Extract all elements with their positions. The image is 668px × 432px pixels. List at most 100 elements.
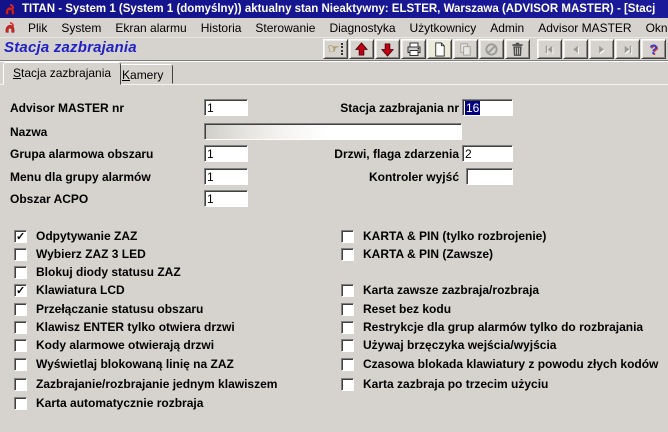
menu-uzytkownicy[interactable]: Użytkownicy — [403, 19, 484, 37]
checkbox-box[interactable] — [14, 357, 27, 371]
menu-grupy-label: Menu dla grupy alarmów — [10, 170, 151, 184]
checkbox-label: Wyświetlaj blokowaną linię na ZAZ — [36, 357, 234, 371]
tab-stacja-zazbrajania[interactable]: Stacja zazbrajania — [3, 62, 122, 85]
menu-advisor-master[interactable]: Advisor MASTER — [531, 19, 638, 37]
window-title: TITAN - System 1 (System 1 (domyślny)) a… — [22, 3, 656, 15]
checkbox-blokuj-diody[interactable]: Blokuj diody statusu ZAZ — [14, 265, 181, 279]
dashed-line-icon — [341, 43, 344, 55]
checkbox-label: Klawiatura LCD — [36, 283, 125, 297]
checkbox-box[interactable] — [341, 338, 354, 352]
red-arrow-down-icon — [380, 42, 395, 57]
stacja-nr-label: Stacja zazbrajania nr — [340, 101, 459, 115]
checkbox-karta-trzecie-uzycie[interactable]: Karta zazbraja po trzecim użyciu — [341, 377, 548, 391]
checkbox-kody-alarmowe[interactable]: Kody alarmowe otwierają drzwi — [14, 338, 214, 352]
checkbox-box[interactable] — [14, 396, 27, 410]
stacja-nr-input[interactable]: 16 — [462, 99, 513, 116]
title-bar[interactable]: TITAN - System 1 (System 1 (domyślny)) a… — [0, 0, 668, 18]
obszar-acpo-label: Obszar ACPO — [10, 192, 89, 206]
move-up-button[interactable] — [349, 39, 374, 59]
checkbox-label: Używaj brzęczyka wejścia/wyjścia — [363, 338, 557, 352]
checkbox-box[interactable] — [341, 302, 354, 316]
printer-icon — [407, 42, 420, 56]
checkbox-uzywaj-brzeczyka[interactable]: Używaj brzęczyka wejścia/wyjścia — [341, 338, 556, 352]
checkbox-karta-pin-zawsze[interactable]: KARTA & PIN (Zawsze) — [341, 247, 493, 261]
checkbox-label: KARTA & PIN (tylko rozbrojenie) — [363, 229, 547, 243]
nazwa-label: Nazwa — [10, 125, 48, 139]
new-record-button[interactable] — [427, 39, 452, 59]
obszar-acpo-input[interactable] — [204, 190, 248, 207]
checkbox-restrykcje-grup[interactable]: Restrykcje dla grup alarmów tylko do roz… — [341, 320, 643, 334]
first-record-icon — [545, 45, 554, 54]
checkbox-label: Kody alarmowe otwierają drzwi — [36, 338, 215, 352]
checkbox-label: Karta zazbraja po trzecim użyciu — [363, 377, 549, 391]
advisor-master-nr-input[interactable] — [204, 99, 248, 116]
checkbox-box[interactable] — [341, 357, 354, 371]
pointing-hand-icon: ☞ — [327, 41, 340, 56]
tab-kamery[interactable]: Kamery — [112, 64, 174, 84]
tab-label: Kamery — [122, 68, 164, 82]
checkbox-label: Zazbrajanie/rozbrajanie jednym klawiszem — [36, 377, 278, 391]
menu-system[interactable]: System — [54, 19, 108, 37]
checkbox-box[interactable] — [14, 247, 27, 261]
document-helmet-icon — [5, 21, 15, 33]
menu-historia[interactable]: Historia — [194, 19, 249, 37]
checkbox-reset-bez-kodu[interactable]: Reset bez kodu — [341, 302, 451, 316]
checkbox-box[interactable] — [14, 338, 27, 352]
menu-grupy-input[interactable] — [204, 168, 248, 185]
page-title: Stacja zazbrajania — [4, 39, 137, 56]
copy-button — [453, 39, 478, 59]
checkbox-czasowa-blokada[interactable]: Czasowa blokada klawiatury z powodu złyc… — [341, 357, 658, 371]
copy-pages-icon — [460, 42, 471, 56]
menu-plik[interactable]: Plik — [21, 19, 54, 37]
checkbox-box[interactable] — [341, 320, 354, 334]
grupa-alarmowa-input[interactable] — [204, 145, 248, 162]
move-down-button[interactable] — [375, 39, 400, 59]
checkbox-przelaczanie-statusu[interactable]: Przełączanie statusu obszaru — [14, 302, 203, 316]
last-record-button — [615, 39, 640, 59]
menu-okno[interactable]: Okno — [639, 19, 668, 37]
checkbox-label: Przełączanie statusu obszaru — [36, 302, 204, 316]
menu-diagnostyka[interactable]: Diagnostyka — [322, 19, 402, 37]
print-button[interactable] — [401, 39, 426, 59]
checkbox-box[interactable] — [14, 377, 27, 391]
checkbox-box[interactable] — [14, 320, 27, 334]
checkbox-klawisz-enter[interactable]: Klawisz ENTER tylko otwiera drzwi — [14, 320, 235, 334]
header-row: Stacja zazbrajania ☞ ? — [0, 38, 668, 60]
checkbox-karta-zawsze[interactable]: Karta zawsze zazbraja/rozbraja — [341, 283, 539, 297]
blank-page-icon — [435, 42, 445, 56]
checkbox-box[interactable] — [14, 283, 27, 297]
checkbox-klawiatura-lcd[interactable]: Klawiatura LCD — [14, 283, 125, 297]
kontroler-wyjsc-input[interactable] — [466, 168, 513, 185]
menu-admin[interactable]: Admin — [483, 19, 531, 37]
checkbox-karta-automatycznie[interactable]: Karta automatycznie rozbraja — [14, 396, 203, 410]
menu-ekran-alarmu[interactable]: Ekran alarmu — [108, 19, 193, 37]
checkbox-box[interactable] — [14, 302, 27, 316]
checkbox-box[interactable] — [341, 283, 354, 297]
help-button[interactable]: ? — [641, 39, 666, 59]
question-mark-icon: ? — [649, 41, 658, 57]
checkbox-karta-pin-rozbrojenie[interactable]: KARTA & PIN (tylko rozbrojenie) — [341, 229, 546, 243]
checkbox-box[interactable] — [14, 229, 27, 243]
checkbox-box[interactable] — [341, 377, 354, 391]
titan-window: TITAN - System 1 (System 1 (domyślny)) a… — [0, 0, 668, 432]
checkbox-box[interactable] — [341, 229, 354, 243]
nazwa-input[interactable] — [204, 123, 462, 140]
checkbox-label: Reset bez kodu — [363, 302, 452, 316]
last-record-icon — [624, 45, 633, 54]
drzwi-flaga-input[interactable] — [462, 145, 513, 162]
tab-label: Stacja zazbrajania — [13, 66, 112, 80]
trash-can-icon — [512, 42, 523, 56]
drzwi-flaga-label: Drzwi, flaga zdarzenia — [334, 147, 459, 161]
checkbox-wybierz-zaz-3-led[interactable]: Wybierz ZAZ 3 LED — [14, 247, 146, 261]
checkbox-wyswietlaj-blokowana[interactable]: Wyświetlaj blokowaną linię na ZAZ — [14, 357, 234, 371]
checkbox-label: KARTA & PIN (Zawsze) — [363, 247, 494, 261]
advisor-master-nr-label: Advisor MASTER nr — [10, 101, 125, 115]
pick-record-button[interactable]: ☞ — [323, 39, 348, 59]
checkbox-odpytywanie-zaz[interactable]: Odpytywanie ZAZ — [14, 229, 137, 243]
checkbox-label: Odpytywanie ZAZ — [36, 229, 138, 243]
delete-button[interactable] — [505, 39, 530, 59]
checkbox-box[interactable] — [341, 247, 354, 261]
checkbox-zazbrajanie-jednym-klawiszem[interactable]: Zazbrajanie/rozbrajanie jednym klawiszem — [14, 377, 277, 391]
checkbox-box[interactable] — [14, 265, 27, 279]
menu-sterowanie[interactable]: Sterowanie — [248, 19, 322, 37]
